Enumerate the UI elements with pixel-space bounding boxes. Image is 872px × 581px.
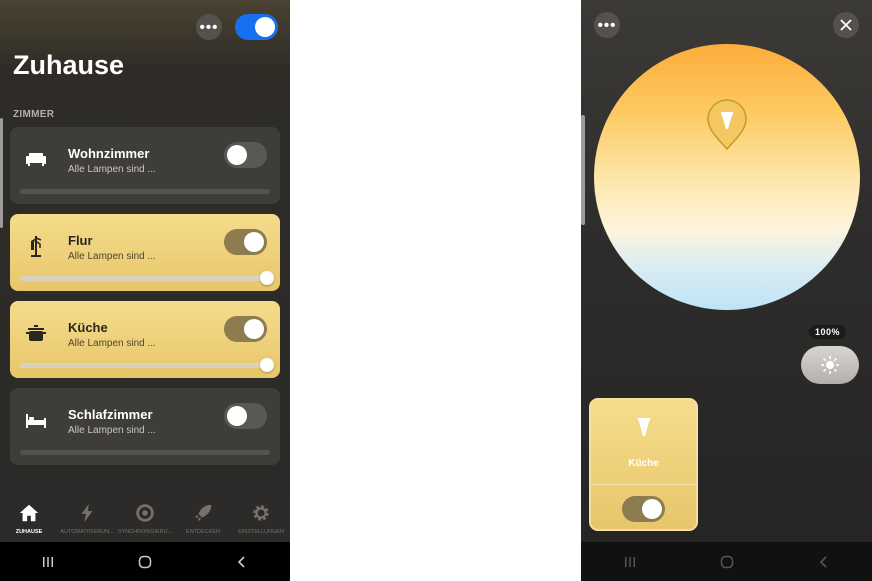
system-navigation-bar <box>0 542 290 581</box>
brightness-slider[interactable] <box>20 358 274 372</box>
nav-label: SYNCHRONISIERU... <box>117 529 173 535</box>
toggle-knob <box>244 319 264 339</box>
sofa-icon <box>26 153 46 166</box>
room-status: Alle Lampen sind ... <box>68 425 156 436</box>
slider-thumb[interactable] <box>260 271 274 285</box>
color-picker-screen: ••• 100% Küche <box>581 0 872 581</box>
brightness-slider[interactable] <box>20 189 270 194</box>
room-card-kueche[interactable]: Küche Alle Lampen sind ... <box>10 301 280 378</box>
toggle-knob <box>227 145 247 165</box>
nav-automatisierungen[interactable]: AUTOMATISIERUN... <box>58 498 116 542</box>
bed-icon <box>26 414 46 428</box>
brightness-percentage: 100% <box>809 325 847 339</box>
home-icon <box>19 504 39 522</box>
room-status: Alle Lampen sind ... <box>68 338 156 349</box>
light-toggle[interactable] <box>622 496 665 522</box>
nav-label: ZUHAUSE <box>15 529 43 535</box>
recent-apps-icon[interactable] <box>622 554 638 570</box>
sync-icon <box>136 504 154 522</box>
home-button-icon[interactable] <box>719 554 735 570</box>
more-options-button[interactable]: ••• <box>196 14 222 40</box>
room-toggle[interactable] <box>224 229 267 255</box>
system-navigation-bar <box>581 542 872 581</box>
cooking-pot-icon <box>26 325 46 341</box>
nav-label: AUTOMATISIERUN... <box>60 529 114 535</box>
lamp-icon <box>638 418 650 436</box>
card-divider <box>591 484 696 485</box>
brightness-slider[interactable] <box>20 450 270 455</box>
room-name: Flur <box>68 233 93 248</box>
toggle-knob <box>642 499 662 519</box>
toggle-knob <box>227 406 247 426</box>
nav-synchronisierung[interactable]: SYNCHRONISIERU... <box>116 498 174 542</box>
room-card-schlafzimmer[interactable]: Schlafzimmer Alle Lampen sind ... <box>10 388 280 465</box>
room-name: Küche <box>68 320 108 335</box>
rooms-screen: ••• Zuhause ZIMMER Wohnzimmer Alle Lampe… <box>0 0 290 581</box>
toggle-knob <box>255 17 275 37</box>
gear-icon <box>253 505 269 521</box>
rocket-icon <box>194 504 212 522</box>
more-options-button[interactable]: ••• <box>594 12 620 38</box>
more-dots-icon: ••• <box>199 18 219 36</box>
nav-zuhause[interactable]: ZUHAUSE <box>0 498 58 542</box>
home-button-icon[interactable] <box>137 554 153 570</box>
more-dots-icon: ••• <box>597 16 617 34</box>
room-toggle[interactable] <box>224 316 267 342</box>
room-card-flur[interactable]: Flur Alle Lampen sind ... <box>10 214 280 291</box>
room-toggle[interactable] <box>224 142 267 168</box>
nav-einstellungen[interactable]: EINSTELLUNGEN <box>232 498 290 542</box>
coat-rack-icon <box>31 236 42 257</box>
room-status: Alle Lampen sind ... <box>68 251 156 262</box>
room-name: Schlafzimmer <box>68 407 153 422</box>
light-name: Küche <box>628 458 659 469</box>
nav-label: ENTDECKEN <box>186 529 220 535</box>
back-icon[interactable] <box>816 554 832 570</box>
toggle-knob <box>244 232 264 252</box>
light-position-pin[interactable] <box>706 99 748 151</box>
recent-apps-icon[interactable] <box>40 554 56 570</box>
room-card-wohnzimmer[interactable]: Wohnzimmer Alle Lampen sind ... <box>10 127 280 204</box>
room-toggle[interactable] <box>224 403 267 429</box>
edge-panel-handle[interactable] <box>0 118 3 228</box>
brightness-button[interactable] <box>801 346 859 384</box>
close-button[interactable] <box>833 12 859 38</box>
page-title: Zuhause <box>13 50 125 80</box>
back-icon[interactable] <box>234 554 250 570</box>
room-name: Wohnzimmer <box>68 146 150 161</box>
sun-icon <box>821 356 839 374</box>
light-card-kueche[interactable]: Küche <box>589 398 698 531</box>
edge-panel-handle[interactable] <box>581 115 585 225</box>
all-lights-toggle[interactable] <box>235 14 278 40</box>
color-temperature-wheel[interactable] <box>594 44 860 310</box>
close-icon <box>840 19 852 31</box>
brightness-slider[interactable] <box>20 271 274 285</box>
room-status: Alle Lampen sind ... <box>68 164 156 175</box>
lightning-icon <box>81 503 93 523</box>
slider-thumb[interactable] <box>260 358 274 372</box>
section-label: ZIMMER <box>13 109 55 120</box>
nav-label: EINSTELLUNGEN <box>238 529 284 535</box>
nav-entdecken[interactable]: ENTDECKEN <box>174 498 232 542</box>
bottom-navigation: ZUHAUSE AUTOMATISIERUN... SYNCHRONISIERU… <box>0 498 290 542</box>
